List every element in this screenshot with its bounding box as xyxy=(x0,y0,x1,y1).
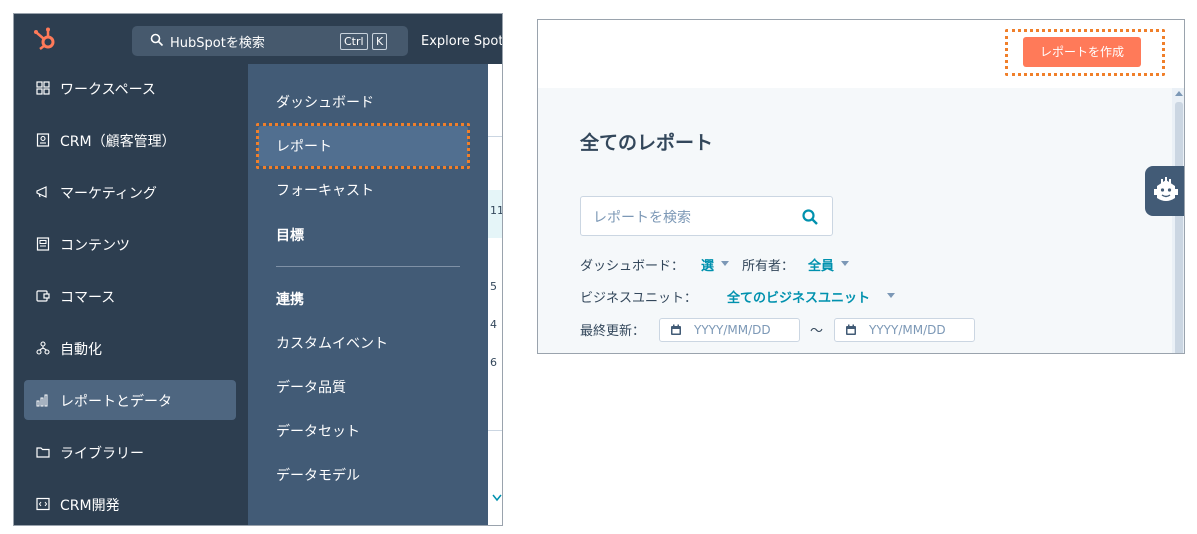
last-updated-label: 最終更新： xyxy=(580,324,646,339)
peek-number: 5 xyxy=(490,280,497,293)
report-search-input[interactable]: レポートを検索 xyxy=(580,196,833,236)
sidebar-item-crm-development[interactable]: CRM開発 xyxy=(24,484,236,524)
hubspot-logo-icon[interactable] xyxy=(32,26,58,52)
commerce-icon xyxy=(36,290,50,302)
date-from-placeholder: YYYY/MM/DD xyxy=(694,323,771,337)
business-unit-filter-label: ビジネスユニット： xyxy=(580,291,698,306)
sidebar-item-commerce[interactable]: コマース xyxy=(24,276,236,316)
owner-filter-label: 所有者： xyxy=(742,259,795,274)
peek-number: 4 xyxy=(490,318,497,331)
sidebar-item-label: レポートとデータ xyxy=(60,394,172,410)
sidebar-item-automation[interactable]: 自動化 xyxy=(24,328,236,368)
search-icon[interactable] xyxy=(801,208,819,226)
sidebar-item-label: CRM（顧客管理） xyxy=(60,134,176,150)
code-icon xyxy=(36,497,50,511)
sidebar-item-reports-and-data[interactable]: レポートとデータ xyxy=(24,380,236,420)
sidebar-item-label: ライブラリー xyxy=(60,446,144,462)
submenu-item-data-model[interactable]: データモデル xyxy=(276,465,360,485)
sidebar-item-content[interactable]: コンテンツ xyxy=(24,224,236,264)
submenu-item-data-quality[interactable]: データ品質 xyxy=(276,377,346,397)
help-bot-tab[interactable] xyxy=(1145,166,1184,216)
chevron-down-icon xyxy=(492,494,502,502)
robot-face-icon xyxy=(1154,177,1178,201)
chevron-down-icon xyxy=(721,261,729,266)
submenu-item-forecast[interactable]: フォーキャスト xyxy=(276,180,374,200)
calendar-icon xyxy=(846,324,856,335)
peek-number: 6 xyxy=(490,356,497,369)
sidebar-item-crm[interactable]: CRM（顧客管理） xyxy=(24,120,236,160)
reports-header: レポートを作成 xyxy=(538,20,1184,88)
grid-icon xyxy=(36,81,50,95)
submenu-item-integrations[interactable]: 連携 xyxy=(276,289,304,309)
content-icon xyxy=(36,237,50,251)
highlight-reports-annotation xyxy=(256,123,470,169)
shortcut-key-ctrl: Ctrl xyxy=(340,33,368,50)
sidebar-item-label: ワークスペース xyxy=(60,82,156,98)
submenu-item-dashboard[interactable]: ダッシュボード xyxy=(276,92,374,112)
sidebar-item-marketing[interactable]: マーケティング xyxy=(24,172,236,212)
peek-divider xyxy=(488,136,502,137)
submenu-item-datasets[interactable]: データセット xyxy=(276,421,360,441)
hubspot-nav-screenshot: HubSpotを検索 Ctrl K Explore Spotl ワークスペース … xyxy=(13,13,503,526)
peek-divider xyxy=(488,430,502,431)
folder-icon xyxy=(36,447,50,458)
reports-submenu: ダッシュボード レポート フォーキャスト 目標 連携 カスタムイベント データ品… xyxy=(248,64,488,525)
contact-card-icon xyxy=(36,133,50,147)
report-search-placeholder: レポートを検索 xyxy=(593,210,691,226)
dashboard-filter-label: ダッシュボード： xyxy=(580,259,685,274)
date-range-separator: ～ xyxy=(810,324,824,339)
megaphone-icon xyxy=(36,186,47,198)
all-reports-screenshot: レポートを作成 全てのレポート レポートを検索 ダッシュボード： 選 所有者： … xyxy=(537,19,1185,354)
date-from-input[interactable]: YYYY/MM/DD xyxy=(659,318,800,342)
workflow-icon xyxy=(36,341,50,355)
chevron-down-icon xyxy=(841,261,849,266)
sidebar-item-label: コマース xyxy=(60,290,116,306)
calendar-icon xyxy=(671,324,681,335)
date-to-placeholder: YYYY/MM/DD xyxy=(869,323,946,337)
search-icon xyxy=(150,33,164,47)
vertical-scrollbar[interactable] xyxy=(1172,88,1184,353)
business-unit-filter-dropdown[interactable]: 全てのビジネスユニット xyxy=(727,287,870,306)
page-title: 全てのレポート xyxy=(580,132,714,154)
highlight-create-annotation xyxy=(1005,29,1165,76)
main-sidebar: ワークスペース CRM（顧客管理） マーケティング コンテンツ コマース 自動化… xyxy=(14,64,248,525)
chevron-down-icon xyxy=(887,293,895,298)
scroll-thumb[interactable] xyxy=(1175,102,1183,353)
sidebar-item-label: 自動化 xyxy=(60,342,102,358)
bar-chart-icon xyxy=(36,394,48,407)
date-to-input[interactable]: YYYY/MM/DD xyxy=(834,318,975,342)
sidebar-item-label: マーケティング xyxy=(60,186,157,202)
top-navigation-bar: HubSpotを検索 Ctrl K Explore Spotl xyxy=(14,14,502,64)
sidebar-item-library[interactable]: ライブラリー xyxy=(24,432,236,472)
dashboard-filter-dropdown[interactable]: 選 xyxy=(701,255,714,274)
submenu-divider xyxy=(276,266,460,267)
owner-filter-dropdown[interactable]: 全員 xyxy=(808,255,834,274)
scroll-up-icon[interactable] xyxy=(1175,91,1183,96)
global-search-input[interactable]: HubSpotを検索 Ctrl K xyxy=(132,26,408,56)
explore-spotlight-link[interactable]: Explore Spotl xyxy=(421,34,502,49)
shortcut-key-k: K xyxy=(372,33,388,50)
sidebar-item-label: コンテンツ xyxy=(60,238,130,254)
peek-number: 11 xyxy=(490,204,503,217)
submenu-item-custom-events[interactable]: カスタムイベント xyxy=(276,333,388,353)
sidebar-item-workspace[interactable]: ワークスペース xyxy=(24,68,236,108)
sidebar-item-label: CRM開発 xyxy=(60,498,120,514)
search-placeholder: HubSpotを検索 xyxy=(170,36,265,51)
underlying-page-peek: 11 5 4 6 xyxy=(488,64,503,525)
submenu-item-goals[interactable]: 目標 xyxy=(276,225,304,245)
